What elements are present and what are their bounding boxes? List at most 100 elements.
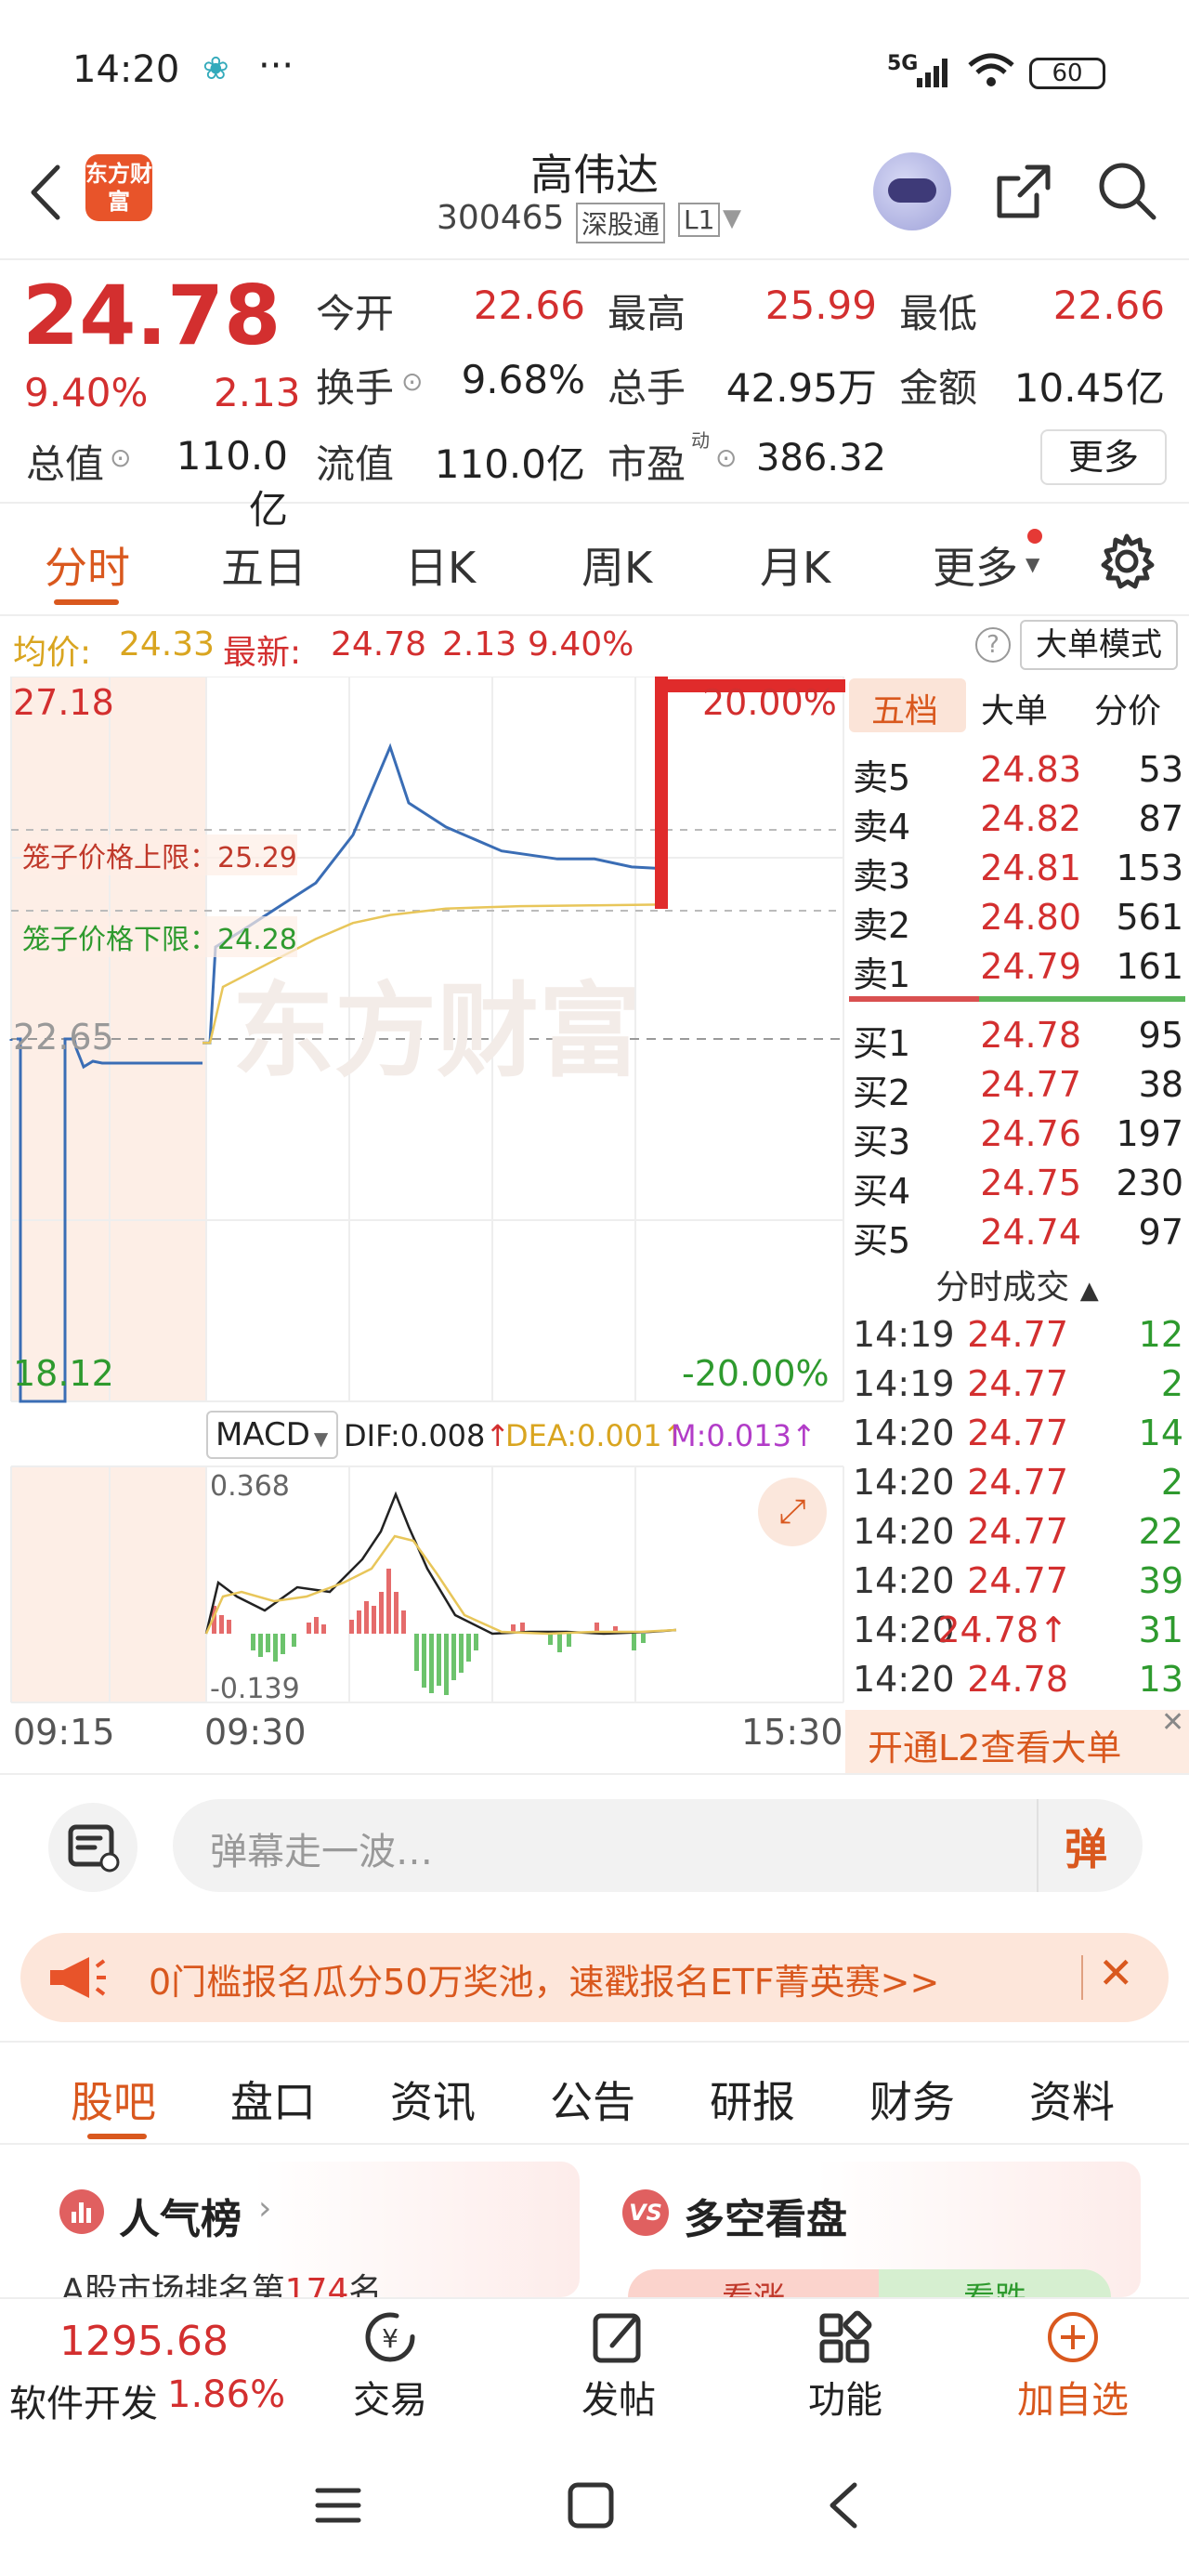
back-nav-icon[interactable]	[819, 2479, 871, 2531]
tab-pankou[interactable]: 盘口	[230, 2069, 316, 2130]
field-value: 10.45亿	[1013, 365, 1165, 411]
tab-more[interactable]: 更多	[933, 534, 1018, 596]
info-icon[interactable]: ⊙	[110, 442, 131, 473]
add-watchlist-label: 加自选	[1017, 2379, 1129, 2422]
chevron-down-icon[interactable]: ▼	[723, 204, 741, 232]
time-start: 09:15	[13, 1712, 115, 1753]
close-icon[interactable]: ✕	[1161, 1706, 1184, 1739]
tab-research[interactable]: 研报	[710, 2069, 795, 2130]
triangle-up-icon: ▲	[1079, 1277, 1099, 1305]
add-watchlist-button[interactable]: 加自选	[1003, 2308, 1143, 2424]
danmu-input[interactable]: 弹幕走一波… 弹	[173, 1799, 1143, 1892]
ask-label: 卖5	[853, 757, 911, 798]
danmu-send-button[interactable]: 弹	[1065, 1816, 1107, 1877]
latest-change: 2.13	[442, 625, 517, 664]
tab-big-orders[interactable]: 大单	[981, 684, 1048, 732]
pct-axis-bottom: -20.00%	[682, 1353, 830, 1394]
tab-finance[interactable]: 财务	[869, 2069, 955, 2130]
bullish-button[interactable]: 看涨	[628, 2269, 879, 2297]
chart-info-bar: 均价: 24.33 最新: 24.78 2.13 9.40% ? 大单模式	[0, 618, 1189, 674]
quote-panel: 24.78 9.40% 2.13 总值 ⊙ 110.0亿 今开 22.66 最高…	[0, 260, 1189, 532]
ask-price: 24.82	[980, 798, 1081, 839]
tick-volume: 22	[1138, 1511, 1183, 1552]
sector-name[interactable]: 软件开发	[9, 2373, 158, 2427]
tick-price: 24.77	[967, 1363, 1068, 1404]
bull-bear-card[interactable]: VS 多空看盘 看涨 看跌	[600, 2162, 1141, 2297]
menu-icon[interactable]	[312, 2479, 364, 2531]
bearish-button[interactable]: 看跌	[879, 2269, 1111, 2297]
sector-index-value[interactable]: 1295.68	[59, 2318, 229, 2365]
watermark: 东方财富	[232, 972, 641, 1091]
info-icon[interactable]: ⊙	[401, 366, 423, 397]
trade-button[interactable]: ¥ 交易	[344, 2308, 437, 2424]
tab-five-levels[interactable]: 五档	[871, 684, 938, 732]
l2-promo[interactable]: 开通L2查看大单 ✕	[845, 1706, 1189, 1773]
tick-price: 24.77	[967, 1511, 1068, 1552]
tab-profile[interactable]: 资料	[1029, 2069, 1115, 2130]
tick-volume: 39	[1138, 1560, 1183, 1601]
ask-volume: 87	[1138, 798, 1183, 839]
tick-price: 24.77	[967, 1413, 1068, 1453]
expand-icon[interactable]: ⤢	[758, 1478, 827, 1546]
functions-button[interactable]: 功能	[799, 2308, 892, 2424]
bid-label: 买1	[853, 1023, 911, 1064]
tick-row: 14:20 24.78↑ 31	[845, 1610, 1189, 1658]
tab-announcements[interactable]: 公告	[550, 2069, 635, 2130]
tab-five-day[interactable]: 五日	[221, 534, 307, 596]
m-value: M:0.013↑	[671, 1418, 817, 1453]
bid-row: 买1 24.78 95	[845, 1015, 1189, 1064]
dif-value: DIF:0.008↑	[344, 1418, 511, 1453]
header: 东方财富 高伟达 300465 深股通 L1 ▼	[0, 149, 1189, 260]
hot-rank-card[interactable]: 人气榜 › A股市场排名第174名	[35, 2162, 580, 2297]
tick-volume: 2	[1160, 1363, 1183, 1404]
tab-underline	[54, 599, 119, 605]
share-icon[interactable]	[990, 158, 1057, 225]
tab-monthly-k[interactable]: 月K	[760, 534, 830, 596]
market-tag: 深股通	[576, 203, 666, 243]
hot-rank-title: 人气榜	[119, 2196, 242, 2243]
settings-gear-icon[interactable]	[1096, 531, 1157, 592]
indicator-select[interactable]: MACD ▼	[206, 1411, 338, 1459]
ask-row: 卖5 24.83 53	[845, 749, 1189, 798]
ticks-title[interactable]: 分时成交 ▲	[845, 1260, 1189, 1308]
macd-axis-top: 0.368	[210, 1470, 290, 1503]
tick-price: 24.77	[967, 1560, 1068, 1601]
tab-price-split[interactable]: 分价	[1094, 684, 1161, 732]
close-icon[interactable]: ✕	[1098, 1948, 1134, 1998]
more-button[interactable]: 更多	[1040, 429, 1167, 485]
tick-price: 24.78↑	[937, 1610, 1068, 1650]
tick-volume: 31	[1138, 1610, 1183, 1650]
tab-news[interactable]: 资讯	[390, 2069, 476, 2130]
promo-banner[interactable]: 0门槛报名瓜分50万奖池，速戳报名ETF菁英赛>> ✕	[20, 1933, 1169, 2022]
bid-row: 买2 24.77 38	[845, 1064, 1189, 1113]
info-icon[interactable]: ⊙	[715, 442, 737, 473]
danmu-toggle-icon[interactable]	[48, 1803, 137, 1892]
ask-row: 卖2 24.80 561	[845, 897, 1189, 946]
big-order-mode-button[interactable]: 大单模式	[1020, 620, 1178, 670]
tick-volume: 2	[1160, 1462, 1183, 1503]
tick-volume: 13	[1138, 1659, 1183, 1700]
tab-daily-k[interactable]: 日K	[405, 534, 476, 596]
field-label: 换手	[316, 365, 395, 411]
latest-label: 最新:	[223, 634, 302, 672]
trade-label: 交易	[353, 2379, 427, 2422]
intraday-chart[interactable]: 东方财富 27.18 18.12 22.65 20.00% -20.00% 笼子…	[0, 677, 845, 1753]
y-axis-top: 27.18	[13, 682, 114, 723]
home-icon[interactable]	[565, 2479, 617, 2531]
help-icon[interactable]: ?	[975, 627, 1011, 663]
hot-rank-sub: A股市场排名第174名	[61, 2264, 382, 2297]
field-label: 最低	[899, 291, 978, 336]
latest-pct: 9.40%	[528, 625, 634, 664]
bid-row: 买4 24.75 230	[845, 1163, 1189, 1212]
robot-assistant-icon[interactable]	[873, 152, 951, 230]
tab-guba[interactable]: 股吧	[71, 2069, 156, 2130]
signal-icon	[917, 59, 947, 87]
avg-value: 24.33	[119, 625, 216, 664]
tab-intraday[interactable]: 分时	[45, 534, 130, 596]
post-button[interactable]: 发帖	[572, 2308, 665, 2424]
search-icon[interactable]	[1094, 158, 1161, 225]
change-amount: 2.13	[214, 370, 301, 415]
tick-volume: 12	[1138, 1314, 1183, 1355]
tab-weekly-k[interactable]: 周K	[581, 534, 652, 596]
y-axis-bottom: 18.12	[13, 1353, 114, 1394]
